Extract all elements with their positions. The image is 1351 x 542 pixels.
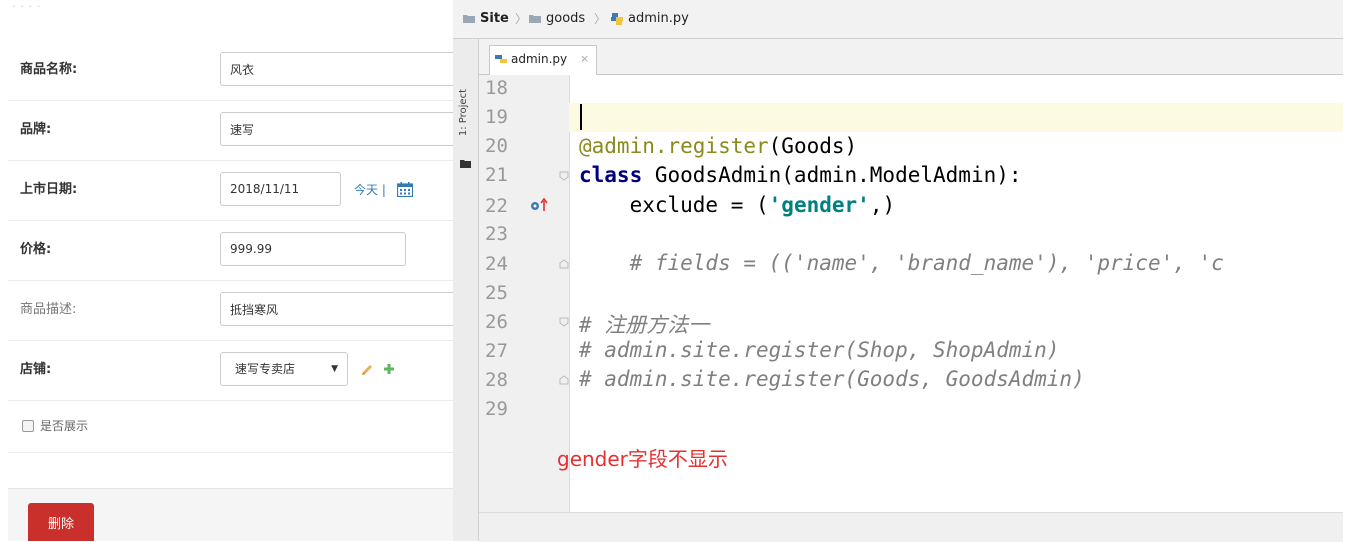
- breadcrumb-goods[interactable]: goods: [546, 0, 585, 38]
- breadcrumb-site[interactable]: Site: [480, 0, 509, 38]
- class-declaration: GoodsAdmin(admin.ModelAdmin):: [642, 163, 1022, 187]
- line-number: 27: [485, 340, 508, 362]
- editor-tabbar: admin.py ×: [479, 39, 1343, 75]
- line-number: 22: [485, 195, 508, 217]
- annotation-text: gender字段不显示: [557, 447, 728, 471]
- decorator-token: @admin.register: [579, 134, 769, 158]
- caret-down-icon: ▼: [331, 364, 338, 374]
- line-number: 25: [485, 282, 508, 304]
- text-cursor: [580, 104, 582, 130]
- project-folder-icon[interactable]: [460, 159, 471, 168]
- folder-icon: [529, 15, 541, 23]
- tool-window-strip: 1: Project: [453, 39, 479, 541]
- pycharm-window: Site 〉 goods 〉 admin.py 1: Project admin…: [453, 0, 1351, 542]
- description-input[interactable]: [220, 292, 453, 326]
- field-row-price: 价格:: [8, 220, 453, 281]
- pencil-icon[interactable]: [360, 363, 374, 377]
- current-line-highlight: [569, 103, 1343, 132]
- field-label-description: 商品描述:: [20, 302, 77, 317]
- breadcrumb-separator: 〉: [515, 12, 528, 26]
- breadcrumb-separator: 〉: [594, 12, 607, 26]
- is-shown-label: 是否展示: [40, 419, 89, 433]
- shop-select[interactable]: 速写专卖店 ▼: [220, 352, 348, 386]
- field-row-shop: 店铺: 速写专卖店 ▼: [8, 340, 453, 401]
- override-method-icon[interactable]: [529, 197, 549, 213]
- brand-input[interactable]: [220, 112, 453, 146]
- line-number: 19: [485, 106, 508, 128]
- breadcrumb-file[interactable]: admin.py: [628, 0, 689, 38]
- code-line-28: # admin.site.register(Goods, GoodsAdmin): [579, 367, 1085, 391]
- code-line-21: class GoodsAdmin(admin.ModelAdmin):: [579, 163, 1022, 187]
- field-label-price: 价格:: [20, 242, 52, 257]
- tab-label: admin.py: [511, 52, 568, 66]
- python-file-icon: [495, 55, 507, 63]
- code-line-26: # 注册方法一: [579, 313, 710, 337]
- submit-row: 删除: [8, 488, 453, 541]
- shop-select-value: 速写专卖店: [235, 362, 296, 376]
- fold-marker-icon[interactable]: [559, 171, 569, 181]
- string-gender: 'gender': [768, 193, 870, 217]
- field-row-date: 上市日期: 今天 |: [8, 160, 453, 221]
- code-line-27: # admin.site.register(Shop, ShopAdmin): [579, 338, 1060, 362]
- field-label-name: 商品名称:: [20, 62, 78, 77]
- field-row-description: 商品描述:: [8, 280, 453, 341]
- horizontal-scrollbar[interactable]: [479, 512, 1343, 542]
- field-label-date: 上市日期:: [20, 182, 78, 197]
- exclude-tuple-end: ,): [869, 193, 896, 217]
- code-line-20: @admin.register(Goods): [579, 134, 857, 158]
- code-line-24: # fields = (('name', 'brand_name'), 'pri…: [579, 251, 1224, 275]
- field-label-shop: 店铺:: [20, 362, 52, 377]
- delete-button[interactable]: 删除: [28, 503, 94, 541]
- decorator-args: (Goods): [768, 134, 858, 158]
- calendar-icon[interactable]: [397, 182, 413, 197]
- line-number: 20: [485, 135, 508, 157]
- python-file-icon: [611, 13, 623, 25]
- breadcrumb: Site 〉 goods 〉 admin.py: [453, 0, 1343, 39]
- price-input[interactable]: [220, 232, 406, 266]
- field-row-name: 商品名称:: [8, 40, 453, 101]
- folder-icon: [463, 15, 475, 23]
- keyword-class: class: [579, 163, 643, 187]
- line-number: 18: [485, 77, 508, 99]
- fold-marker-icon[interactable]: [559, 259, 569, 269]
- line-number: 26: [485, 311, 508, 333]
- plus-icon[interactable]: [382, 362, 396, 376]
- close-icon[interactable]: ×: [580, 46, 589, 72]
- field-row-brand: 品牌:: [8, 100, 453, 161]
- line-number: 23: [485, 223, 508, 245]
- line-number: 21: [485, 164, 508, 186]
- today-link[interactable]: 今天 |: [354, 160, 386, 220]
- admin-change-form: · · · · 商品名称: 品牌: 上市日期: 今天 | 价格: 商品描述: 店…: [0, 0, 453, 541]
- line-number: 28: [485, 369, 508, 391]
- name-input[interactable]: [220, 52, 453, 86]
- line-number: 29: [485, 398, 508, 420]
- line-number: 24: [485, 253, 508, 275]
- code-editor[interactable]: 18 19 20 21 22 23 24 25 26 27 28 29 @adm…: [479, 75, 1343, 512]
- exclude-assignment: exclude = (: [579, 193, 769, 217]
- tab-project[interactable]: 1: Project: [458, 89, 469, 136]
- code-line-22: exclude = ('gender',): [579, 193, 896, 217]
- form-header-fragment: · · · ·: [12, 2, 42, 13]
- fold-marker-icon[interactable]: [559, 375, 569, 385]
- window-edge: [1343, 0, 1351, 541]
- fold-marker-icon[interactable]: [559, 317, 569, 327]
- field-row-is-shown: 是否展示: [8, 400, 453, 453]
- is-shown-checkbox[interactable]: [22, 420, 34, 432]
- date-input[interactable]: [220, 172, 341, 206]
- tab-admin-py[interactable]: admin.py ×: [489, 45, 597, 75]
- field-label-brand: 品牌:: [20, 122, 52, 137]
